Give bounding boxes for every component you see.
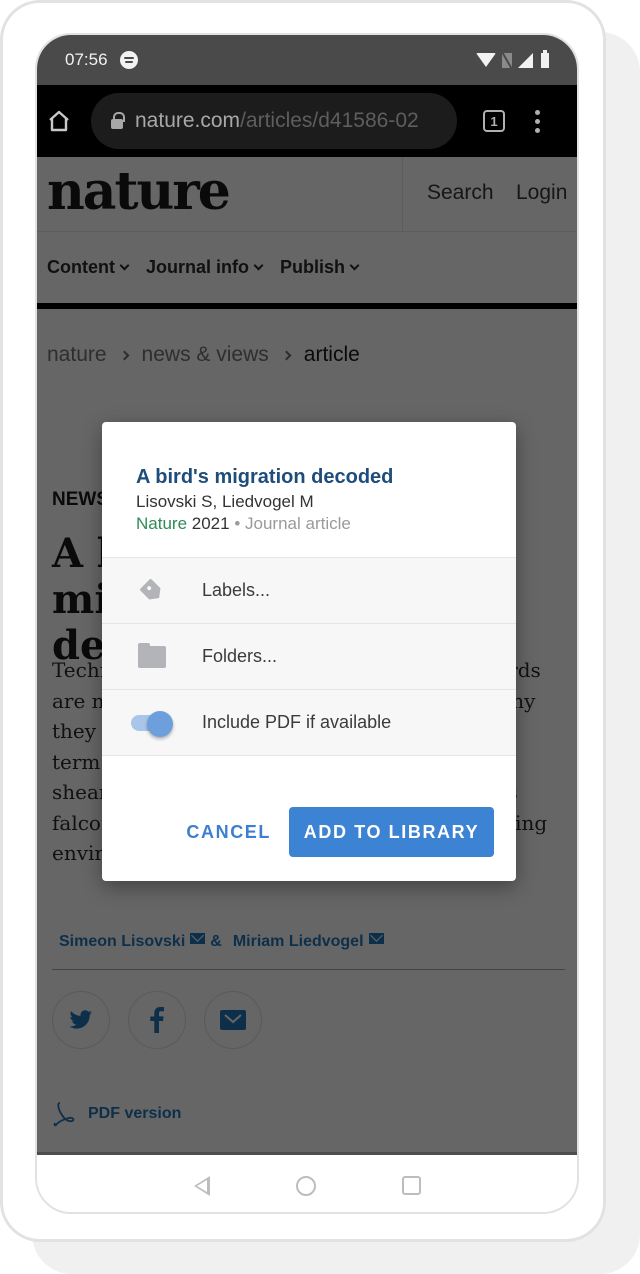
cancel-button[interactable]: CANCEL [186, 812, 271, 853]
nav-content[interactable]: Content [47, 257, 130, 278]
item-year: 2021 [191, 514, 230, 533]
signal-icon [518, 52, 533, 68]
folder-icon [138, 642, 166, 668]
lock-icon [111, 111, 125, 129]
phone-screen: 07:56 nature.com /articles/d41586-02 1 n… [35, 33, 579, 1214]
wifi-icon [476, 53, 496, 67]
pdf-icon [53, 1102, 75, 1127]
author-list: Simeon Lisovski & Miriam Liedvogel [59, 932, 384, 951]
recents-icon[interactable] [401, 1176, 421, 1195]
chevron-down-icon [119, 260, 130, 271]
author-link[interactable]: Simeon Lisovski [59, 933, 185, 951]
facebook-icon [150, 1007, 164, 1033]
home-circle-icon[interactable] [295, 1175, 316, 1196]
share-twitter-button[interactable] [52, 991, 110, 1049]
email-icon[interactable] [368, 932, 384, 944]
email-icon[interactable] [190, 932, 206, 944]
status-bar: 07:56 [37, 35, 577, 85]
item-type: Journal article [245, 514, 351, 533]
share-buttons [52, 991, 262, 1049]
folders-label: Folders... [202, 646, 278, 666]
site-header: nature Search Login [37, 157, 577, 232]
dialog-actions: CANCEL ADD TO LIBRARY [186, 807, 494, 857]
twitter-icon [69, 1010, 92, 1029]
spotify-icon [119, 51, 138, 69]
item-authors: Lisovski S, Liedvogel M [136, 492, 314, 511]
no-sim-icon [502, 52, 512, 68]
share-email-button[interactable] [204, 991, 262, 1049]
pdf-version-link[interactable]: PDF version [52, 1101, 181, 1127]
url-bar[interactable]: nature.com /articles/d41586-02 [91, 93, 457, 149]
breadcrumb-item[interactable]: news & views [142, 343, 269, 367]
breadcrumb: nature news & views article [47, 343, 360, 367]
tab-switcher-button[interactable]: 1 [483, 110, 505, 132]
divider [52, 969, 565, 970]
add-to-library-dialog: A bird's migration decoded Lisovski S, L… [102, 422, 516, 881]
nav-label: Journal info [145, 257, 249, 277]
tag-icon [139, 578, 164, 603]
status-icons [476, 49, 549, 68]
chevron-down-icon [253, 260, 264, 271]
site-logo[interactable]: nature [47, 161, 231, 222]
overflow-menu-icon[interactable] [535, 109, 540, 133]
device-frame: 07:56 nature.com /articles/d41586-02 1 n… [0, 0, 606, 1242]
include-pdf-toggle[interactable] [131, 710, 173, 737]
nav-label: Content [47, 257, 115, 277]
folders-row[interactable]: Folders... [102, 624, 516, 690]
site-nav: Content Journal info Publish [47, 257, 360, 278]
chevron-right-icon [119, 350, 129, 360]
nav-journal-info[interactable]: Journal info [145, 257, 264, 278]
login-link[interactable]: Login [516, 181, 567, 205]
author-link[interactable]: Miriam Liedvogel [233, 933, 364, 951]
item-summary: A bird's migration decoded Lisovski S, L… [102, 422, 516, 558]
url-host: nature.com [135, 109, 241, 132]
item-separator: • [234, 514, 241, 533]
author-separator: & [210, 933, 222, 950]
chevron-right-icon [281, 350, 292, 360]
nav-label: Publish [279, 257, 345, 277]
item-publication: Nature [136, 514, 188, 533]
labels-label: Labels... [202, 580, 271, 600]
home-icon[interactable] [39, 108, 79, 134]
include-pdf-label: Include PDF if available [202, 712, 392, 732]
share-facebook-button[interactable] [128, 991, 186, 1049]
breadcrumb-item[interactable]: nature [47, 343, 107, 367]
battery-icon [541, 49, 549, 68]
status-time: 07:56 [65, 50, 108, 69]
nav-publish[interactable]: Publish [279, 257, 360, 278]
url-path: /articles/d41586-02 [240, 109, 419, 132]
email-icon [220, 1010, 246, 1030]
back-icon[interactable] [193, 1175, 210, 1196]
pdf-link-label: PDF version [88, 1105, 182, 1122]
system-nav-bar [37, 1152, 577, 1212]
item-meta: Nature 2021 • Journal article [136, 514, 482, 534]
browser-toolbar: nature.com /articles/d41586-02 1 [37, 85, 577, 157]
include-pdf-row[interactable]: Include PDF if available [102, 690, 516, 756]
labels-row[interactable]: Labels... [102, 558, 516, 624]
breadcrumb-current: article [303, 343, 360, 366]
item-title: A bird's migration decoded [136, 466, 394, 488]
chevron-down-icon [349, 260, 360, 271]
toggle-thumb [147, 710, 173, 737]
nav-rule [37, 303, 577, 309]
add-to-library-button[interactable]: ADD TO LIBRARY [289, 807, 494, 857]
search-link[interactable]: Search [427, 181, 494, 205]
header-divider [402, 157, 403, 232]
